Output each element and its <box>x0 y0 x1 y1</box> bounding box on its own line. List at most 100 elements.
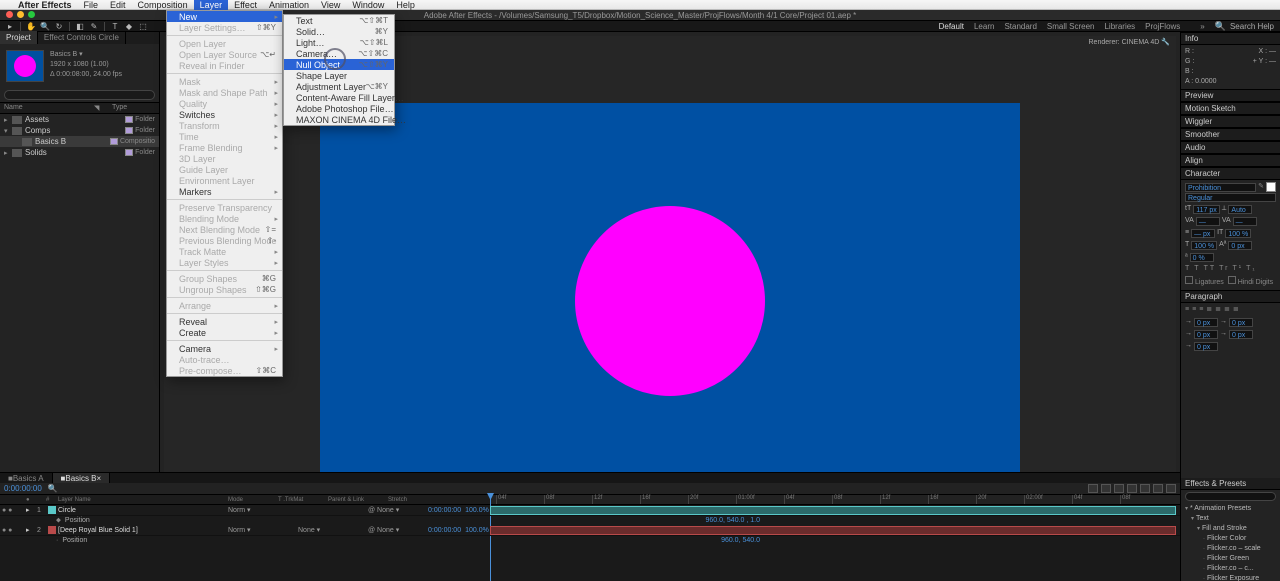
hindi-checkbox[interactable] <box>1228 276 1236 284</box>
workspace-standard[interactable]: Standard <box>1004 22 1036 31</box>
help-search[interactable]: 🔍 Search Help <box>1215 21 1274 32</box>
menu-item-content-aware-fill-layer-[interactable]: Content-Aware Fill Layer… <box>284 92 394 103</box>
menu-item-light-[interactable]: Light…⌥⇧⌘L <box>284 37 394 48</box>
text-style-5[interactable]: T₁ <box>1246 265 1257 272</box>
effects-item[interactable]: ▾Fill and Stroke <box>1185 524 1276 534</box>
panel-motion-sketch[interactable]: Motion Sketch <box>1181 102 1280 115</box>
col-type[interactable]: Type <box>112 104 155 112</box>
panel-preview[interactable]: Preview <box>1181 89 1280 102</box>
menu-item-adobe-photoshop-file-[interactable]: Adobe Photoshop File… <box>284 103 394 114</box>
app-name-menu[interactable]: After Effects <box>12 0 78 10</box>
menu-window[interactable]: Window <box>346 0 390 10</box>
align-right-icon[interactable]: ≡ <box>1199 305 1203 315</box>
tab-project[interactable]: Project <box>0 31 38 44</box>
effects-search-input[interactable] <box>1185 492 1276 501</box>
timeline-search-icon[interactable]: 🔍 <box>48 484 58 493</box>
panel-wiggler[interactable]: Wiggler <box>1181 115 1280 128</box>
menu-item-maxon-cinema-d-file-[interactable]: MAXON CINEMA 4D File… <box>284 114 394 125</box>
maximize-window-icon[interactable] <box>28 11 35 18</box>
justify-center-icon[interactable]: ≣ <box>1215 305 1221 315</box>
time-ruler[interactable]: 04f08f12f16f20f01:00f04f08f12f16f20f02:0… <box>490 495 1180 505</box>
tl-switch-6[interactable] <box>1153 484 1163 493</box>
info-panel-header[interactable]: Info <box>1181 32 1280 45</box>
para-field-2[interactable]: →0 px <box>1185 329 1218 339</box>
tl-switch-2[interactable] <box>1101 484 1111 493</box>
effects-item[interactable]: ▾* Animation Presets <box>1185 504 1276 514</box>
tab-basics-a[interactable]: ■ Basics A <box>0 473 53 483</box>
para-field-1[interactable]: →0 px <box>1220 317 1253 327</box>
effects-item[interactable]: ▾Text <box>1185 514 1276 524</box>
project-item-basics-b[interactable]: Basics BCompositio <box>0 136 159 147</box>
tl-switch-3[interactable] <box>1114 484 1124 493</box>
text-style-1[interactable]: T <box>1194 265 1200 272</box>
para-field-4[interactable]: →0 px <box>1185 341 1218 351</box>
char-field-8[interactable]: ᵃ0 % <box>1185 252 1214 262</box>
fill-color-swatch[interactable] <box>1266 182 1276 192</box>
tl-switch-1[interactable] <box>1088 484 1098 493</box>
char-field-7[interactable]: Aª0 px <box>1219 240 1252 250</box>
minimize-window-icon[interactable] <box>17 11 24 18</box>
workspace-projflows[interactable]: ProjFlows <box>1145 22 1180 31</box>
tool-4[interactable]: ◧ <box>74 22 86 31</box>
align-left-icon[interactable]: ≡ <box>1185 305 1189 315</box>
menu-item-camera-[interactable]: Camera…⌥⇧⌘C <box>284 48 394 59</box>
col-name[interactable]: Name <box>4 104 94 112</box>
panel-align[interactable]: Align <box>1181 154 1280 167</box>
menu-file[interactable]: File <box>78 0 105 10</box>
workspace-default[interactable]: Default <box>939 22 964 31</box>
menu-layer[interactable]: Layer <box>194 0 229 10</box>
char-field-2[interactable]: VA— <box>1185 216 1220 226</box>
panel-audio[interactable]: Audio <box>1181 141 1280 154</box>
char-field-5[interactable]: IT100 % <box>1217 228 1251 238</box>
tool-0[interactable]: ▸ <box>4 22 16 31</box>
text-style-0[interactable]: T <box>1185 265 1191 272</box>
font-family-select[interactable]: Prohibition <box>1185 183 1256 192</box>
menu-view[interactable]: View <box>315 0 346 10</box>
justify-right-icon[interactable]: ≣ <box>1224 305 1230 315</box>
char-field-4[interactable]: ≡— px <box>1185 228 1215 238</box>
tool-8[interactable]: ⬚ <box>137 22 149 31</box>
layer-row-1[interactable]: ● ●▸1CircleNorm ▾@ None ▾0:00:00:00100.0… <box>0 505 1180 516</box>
para-field-3[interactable]: →0 px <box>1220 329 1253 339</box>
menu-item-new[interactable]: New <box>167 11 282 22</box>
window-traffic-lights[interactable] <box>6 11 35 18</box>
align-center-icon[interactable]: ≡ <box>1192 305 1196 315</box>
project-search-input[interactable] <box>4 90 155 100</box>
menu-help[interactable]: Help <box>390 0 421 10</box>
ligatures-checkbox[interactable] <box>1185 276 1193 284</box>
text-style-2[interactable]: TT <box>1204 265 1217 272</box>
effects-item[interactable]: ·Flicker Green <box>1185 554 1276 564</box>
tab-effect-controls[interactable]: Effect Controls Circle <box>38 31 126 44</box>
para-field-0[interactable]: →0 px <box>1185 317 1218 327</box>
menu-item-text[interactable]: Text⌥⇧⌘T <box>284 15 394 26</box>
effects-item[interactable]: ·Flicker Color <box>1185 534 1276 544</box>
tl-switch-4[interactable] <box>1127 484 1137 493</box>
effects-item[interactable]: ·Flicker.co – c... <box>1185 564 1276 574</box>
char-field-0[interactable]: tT117 px <box>1185 204 1220 214</box>
character-panel-header[interactable]: Character <box>1181 167 1280 180</box>
justify-left-icon[interactable]: ≣ <box>1206 305 1212 315</box>
tool-3[interactable]: ↻ <box>53 22 65 31</box>
menu-item-null-object[interactable]: Null Object⌥⇧⌘Y <box>284 59 394 70</box>
menu-effect[interactable]: Effect <box>228 0 263 10</box>
tool-6[interactable]: T <box>109 22 121 31</box>
effects-item[interactable]: ·Flicker Exposure <box>1185 574 1276 581</box>
tab-basics-b[interactable]: ■ Basics B × <box>53 473 111 483</box>
char-field-3[interactable]: VA— <box>1222 216 1257 226</box>
project-item-solids[interactable]: ▸SolidsFolder <box>0 147 159 158</box>
project-item-comps[interactable]: ▾CompsFolder <box>0 125 159 136</box>
layer-property[interactable]: ·Position960.0, 540.0 <box>0 536 1180 545</box>
char-field-1[interactable]: ⟂Auto <box>1222 204 1253 214</box>
menu-item-solid-[interactable]: Solid…⌘Y <box>284 26 394 37</box>
eyedropper-icon[interactable]: ✎ <box>1258 182 1264 192</box>
workspace-libraries[interactable]: Libraries <box>1104 22 1135 31</box>
paragraph-panel-header[interactable]: Paragraph <box>1181 290 1280 303</box>
font-style-select[interactable]: Regular <box>1185 193 1276 202</box>
menu-item-reveal[interactable]: Reveal <box>167 316 282 327</box>
tool-5[interactable]: ✎ <box>88 22 100 31</box>
text-style-3[interactable]: Tr <box>1219 265 1229 272</box>
comp-canvas[interactable] <box>320 103 1020 498</box>
tool-2[interactable]: 🔍 <box>39 22 51 31</box>
char-field-6[interactable]: T100 % <box>1185 240 1217 250</box>
justify-all-icon[interactable]: ≣ <box>1233 305 1239 315</box>
